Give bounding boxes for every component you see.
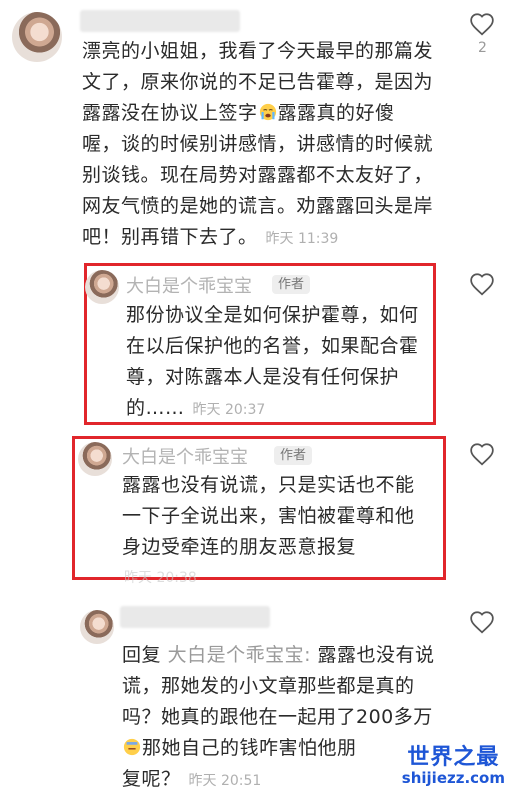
- avatar[interactable]: [78, 442, 112, 476]
- username-blurred[interactable]: [80, 10, 240, 32]
- username[interactable]: 大白是个乖宝宝: [126, 272, 252, 298]
- crying-face-emoji-icon: [259, 103, 276, 121]
- heart-icon[interactable]: [469, 610, 495, 634]
- heart-icon[interactable]: [469, 12, 495, 36]
- heart-icon[interactable]: [469, 442, 495, 466]
- sweat-emoji-icon: [122, 737, 142, 759]
- avatar[interactable]: [85, 270, 119, 304]
- timestamp: 昨天 20:51: [188, 773, 262, 789]
- author-badge: 作者: [272, 275, 311, 294]
- comment-text: 漂亮的小姐姐，我看了今天最早的那篇发 文了，原来你说的不足已告霍尊，是因为 露露…: [82, 40, 434, 248]
- avatar[interactable]: [80, 610, 114, 644]
- comment-text: 那份协议全是如何保护霍尊，如何 在以后保护他的名誉，如果配合霍 尊，对陈露本人是…: [126, 304, 419, 419]
- site-watermark: 世界之最 shijiezz.com: [401, 745, 505, 787]
- watermark-title: 世界之最: [407, 745, 500, 770]
- comment-text: 露露也没有说谎，只是实话也不能 一下子全说出来，害怕被霍尊和他 身边受牵连的朋友…: [122, 474, 415, 558]
- timestamp: 昨天 20:37: [192, 402, 266, 418]
- avatar[interactable]: [12, 12, 62, 62]
- heart-icon[interactable]: [469, 272, 495, 296]
- timestamp: 昨天 20:38: [124, 570, 197, 586]
- timestamp: 昨天 11:39: [265, 231, 339, 247]
- username-blurred[interactable]: [120, 606, 270, 628]
- reply-mention[interactable]: 大白是个乖宝宝:: [168, 644, 311, 666]
- username[interactable]: 大白是个乖宝宝: [122, 443, 248, 469]
- author-badge: 作者: [274, 446, 313, 465]
- watermark-url: shijiezz.com: [401, 769, 505, 787]
